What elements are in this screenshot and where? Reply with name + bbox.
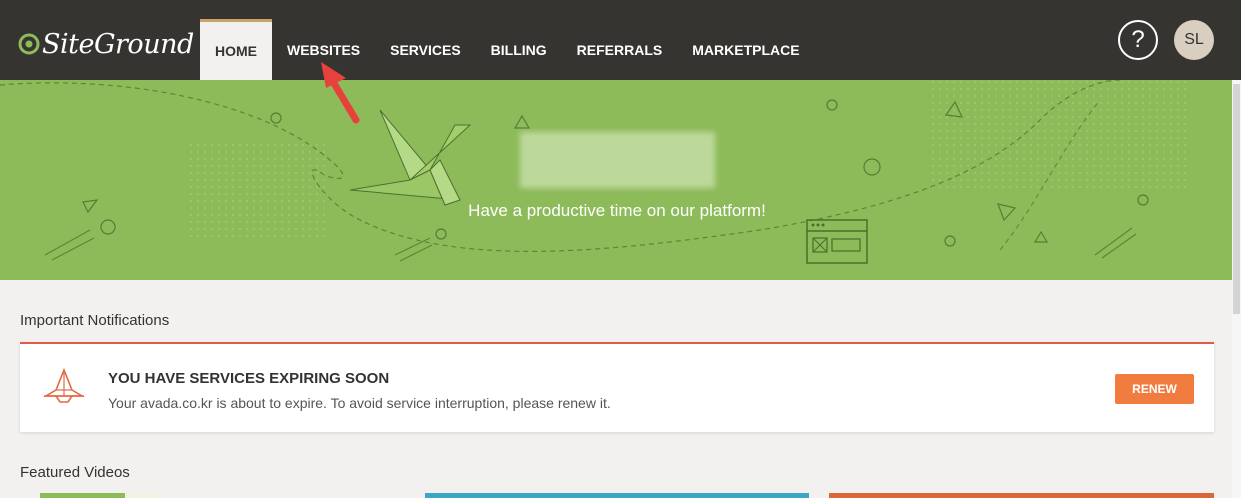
expiring-services-notification: YOU HAVE SERVICES EXPIRING SOON Your ava…	[20, 342, 1214, 432]
brand-name: SiteGround	[42, 28, 194, 60]
video-card-1[interactable]	[40, 493, 125, 498]
notification-message: Your avada.co.kr is about to expire. To …	[108, 395, 611, 411]
avatar[interactable]: SL	[1174, 20, 1214, 60]
nav-billing[interactable]: BILLING	[476, 19, 562, 80]
alert-bell-icon	[43, 367, 85, 403]
vertical-scrollbar[interactable]	[1232, 80, 1241, 498]
logo-mark-icon	[18, 33, 40, 55]
scrollbar-thumb[interactable]	[1233, 84, 1240, 314]
main-nav: HOME WEBSITES SERVICES BILLING REFERRALS…	[200, 19, 815, 80]
nav-services[interactable]: SERVICES	[375, 19, 476, 80]
notifications-heading: Important Notifications	[20, 312, 170, 329]
help-button[interactable]: ?	[1118, 20, 1158, 60]
top-bar: SiteGround HOME WEBSITES SERVICES BILLIN…	[0, 0, 1241, 80]
video-card-1-edge	[125, 493, 165, 498]
blurred-username	[520, 132, 715, 188]
hero-tagline: Have a productive time on our platform!	[468, 201, 766, 220]
nav-referrals[interactable]: REFERRALS	[562, 19, 678, 80]
renew-button[interactable]: RENEW	[1115, 374, 1194, 404]
featured-videos-heading: Featured Videos	[20, 464, 130, 481]
question-mark-icon: ?	[1131, 26, 1145, 53]
video-card-2[interactable]	[425, 493, 809, 498]
siteground-logo[interactable]: SiteGround	[18, 24, 194, 64]
hero-banner: Have a productive time on our platform!	[0, 80, 1232, 280]
nav-marketplace[interactable]: MARKETPLACE	[677, 19, 814, 80]
nav-home[interactable]: HOME	[200, 19, 272, 80]
annotation-arrow-icon	[321, 62, 360, 124]
notification-title: YOU HAVE SERVICES EXPIRING SOON	[108, 370, 390, 387]
browser-window-icon	[806, 219, 868, 264]
crane-icon	[349, 109, 472, 206]
video-card-3[interactable]	[829, 493, 1214, 498]
